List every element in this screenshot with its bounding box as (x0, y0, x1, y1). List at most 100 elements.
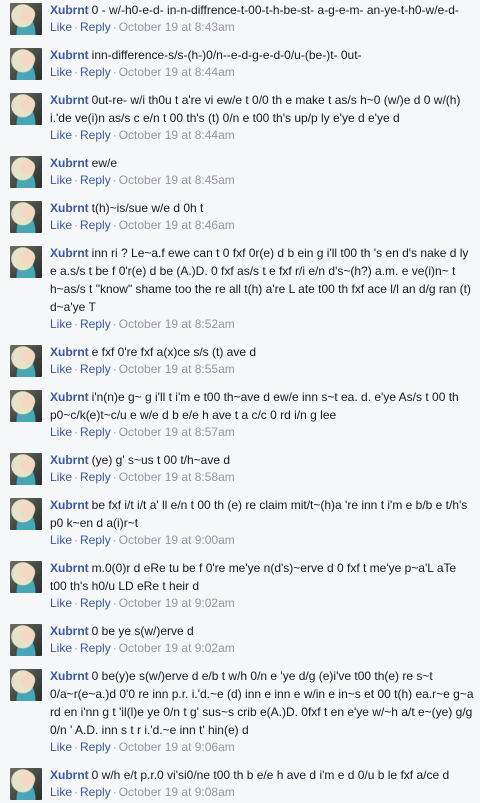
timestamp-link[interactable]: October 19 at 9:06am (119, 740, 235, 754)
author-link[interactable]: Xubrnt (50, 768, 89, 782)
timestamp-link[interactable]: October 19 at 9:02am (119, 641, 235, 655)
reply-link[interactable]: Reply (80, 596, 111, 610)
separator: · (74, 596, 79, 610)
comment-item: Xubrnt t(h)~is/sue w/e d 0h t Like · Reply ·… (0, 198, 480, 236)
author-link[interactable]: Xubrnt (50, 345, 89, 359)
avatar[interactable] (10, 624, 42, 656)
avatar[interactable] (10, 3, 42, 35)
reply-link[interactable]: Reply (80, 740, 111, 754)
author-link[interactable]: Xubrnt (50, 669, 89, 683)
reply-link[interactable]: Reply (80, 641, 111, 655)
avatar[interactable] (10, 669, 42, 701)
separator: · (112, 362, 117, 376)
reply-link[interactable]: Reply (80, 470, 111, 484)
reply-link[interactable]: Reply (80, 533, 111, 547)
comment-actions: Like · Reply · October 19 at 9:08am (50, 784, 476, 803)
avatar[interactable] (10, 345, 42, 377)
author-link[interactable]: Xubrnt (50, 3, 89, 17)
timestamp-link[interactable]: October 19 at 8:43am (119, 20, 235, 34)
like-link[interactable]: Like (50, 128, 72, 142)
comment-text: Xubrnt 0ut-re- w/i th0u t a're vi ew/e t … (50, 91, 476, 127)
timestamp-link[interactable]: October 19 at 8:57am (119, 425, 235, 439)
comment-item: Xubrnt inn ri ? Le~a.f ewe can t 0 fxf 0r… (0, 243, 480, 335)
comment-actions: Like · Reply · October 19 at 8:44am (50, 64, 476, 83)
comment-actions: Like · Reply · October 19 at 9:02am (50, 640, 476, 659)
timestamp-link[interactable]: October 19 at 8:46am (119, 218, 235, 232)
separator: · (112, 317, 117, 331)
author-link[interactable]: Xubrnt (50, 498, 89, 512)
reply-link[interactable]: Reply (80, 128, 111, 142)
separator: · (112, 533, 117, 547)
avatar[interactable] (10, 156, 42, 188)
separator: · (112, 470, 117, 484)
comment-message: inn-difference-s/s-(h-)0/n--e-d-g-e-d-0/… (91, 48, 362, 62)
avatar[interactable] (10, 390, 42, 422)
reply-link[interactable]: Reply (80, 362, 111, 376)
avatar[interactable] (10, 201, 42, 233)
separator: · (74, 173, 79, 187)
timestamp-link[interactable]: October 19 at 8:58am (119, 470, 235, 484)
separator: · (112, 20, 117, 34)
author-link[interactable]: Xubrnt (50, 561, 89, 575)
author-link[interactable]: Xubrnt (50, 201, 89, 215)
author-link[interactable]: Xubrnt (50, 156, 89, 170)
author-link[interactable]: Xubrnt (50, 246, 89, 260)
author-link[interactable]: Xubrnt (50, 453, 89, 467)
avatar[interactable] (10, 48, 42, 80)
timestamp-link[interactable]: October 19 at 9:00am (119, 533, 235, 547)
reply-link[interactable]: Reply (80, 425, 111, 439)
like-link[interactable]: Like (50, 218, 72, 232)
timestamp-link[interactable]: October 19 at 8:44am (119, 128, 235, 142)
separator: · (74, 740, 79, 754)
avatar[interactable] (10, 768, 42, 800)
like-link[interactable]: Like (50, 533, 72, 547)
comment-actions: Like · Reply · October 19 at 8:46am (50, 217, 476, 236)
reply-link[interactable]: Reply (80, 20, 111, 34)
comment-actions: Like · Reply · October 19 at 8:52am (50, 316, 476, 335)
like-link[interactable]: Like (50, 173, 72, 187)
reply-link[interactable]: Reply (80, 65, 111, 79)
reply-link[interactable]: Reply (80, 218, 111, 232)
comment-body: Xubrnt m.0(0)r d eRe tu be f 0're me'ye n… (50, 558, 476, 614)
timestamp-link[interactable]: October 19 at 9:08am (119, 785, 235, 799)
comment-message: 0 - w/-h0-e-d- in-n-diffrence-t-00-t-h-b… (91, 3, 459, 17)
timestamp-link[interactable]: October 19 at 8:52am (119, 317, 235, 331)
author-link[interactable]: Xubrnt (50, 93, 89, 107)
reply-link[interactable]: Reply (80, 173, 111, 187)
comment-text: Xubrnt m.0(0)r d eRe tu be f 0're me'ye n… (50, 559, 476, 595)
comment-body: Xubrnt 0 be(y)e s(w/)erve d e/b t w/h 0/n… (50, 666, 476, 758)
reply-link[interactable]: Reply (80, 317, 111, 331)
like-link[interactable]: Like (50, 740, 72, 754)
like-link[interactable]: Like (50, 470, 72, 484)
comment-actions: Like · Reply · October 19 at 8:57am (50, 424, 476, 443)
like-link[interactable]: Like (50, 641, 72, 655)
comment-text: Xubrnt 0 be ye s(w/)erve d (50, 622, 476, 640)
timestamp-link[interactable]: October 19 at 8:45am (119, 173, 235, 187)
avatar[interactable] (10, 453, 42, 485)
timestamp-link[interactable]: October 19 at 9:02am (119, 596, 235, 610)
author-link[interactable]: Xubrnt (50, 624, 89, 638)
timestamp-link[interactable]: October 19 at 8:55am (119, 362, 235, 376)
like-link[interactable]: Like (50, 317, 72, 331)
author-link[interactable]: Xubrnt (50, 390, 89, 404)
author-link[interactable]: Xubrnt (50, 48, 89, 62)
avatar[interactable] (10, 561, 42, 593)
timestamp-link[interactable]: October 19 at 8:44am (119, 65, 235, 79)
comment-thread: Xubrnt 0 - w/-h0-e-d- in-n-diffrence-t-00… (0, 0, 480, 803)
like-link[interactable]: Like (50, 425, 72, 439)
like-link[interactable]: Like (50, 65, 72, 79)
comment-message: m.0(0)r d eRe tu be f 0're me'ye n(d's)~… (50, 561, 457, 593)
reply-link[interactable]: Reply (80, 785, 111, 799)
separator: · (112, 740, 117, 754)
like-link[interactable]: Like (50, 20, 72, 34)
separator: · (74, 128, 79, 142)
comment-message: be fxf i/t i/t a' ll e/n t 00 th (e) re … (50, 498, 468, 530)
avatar[interactable] (10, 93, 42, 125)
comment-message: 0 be(y)e s(w/)erve d e/b t w/h 0/n e 'ye… (50, 669, 474, 737)
like-link[interactable]: Like (50, 362, 72, 376)
like-link[interactable]: Like (50, 785, 72, 799)
avatar[interactable] (10, 246, 42, 278)
avatar[interactable] (10, 498, 42, 530)
separator: · (74, 470, 79, 484)
like-link[interactable]: Like (50, 596, 72, 610)
